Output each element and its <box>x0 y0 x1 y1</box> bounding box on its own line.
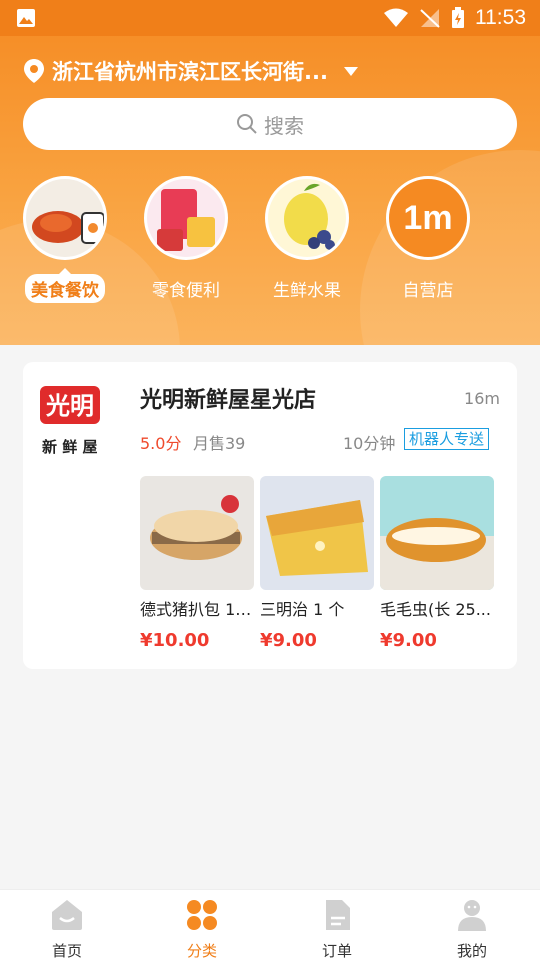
product-item[interactable]: 毛毛虫(长 25... ¥9.00 <box>380 476 494 651</box>
battery-charging-icon <box>452 7 464 28</box>
svg-text:光明: 光明 <box>45 392 94 420</box>
clock: 11:53 <box>475 6 526 29</box>
product-price: ¥9.00 <box>380 630 437 651</box>
self-store-logo-icon: 1m <box>386 176 470 260</box>
tab-label: 我的 <box>456 942 487 960</box>
product-image <box>380 476 494 590</box>
product-item[interactable]: 德式猪扒包 1 ... ¥10.00 <box>140 476 254 651</box>
bottom-tab-bar: 首页 分类 订单 我的 <box>0 889 540 961</box>
tab-orders[interactable]: 订单 <box>287 898 387 961</box>
category-label: 自营店 <box>402 281 454 301</box>
shop-logo: 光明 新 鲜 屋 <box>38 384 128 459</box>
order-document-icon <box>326 900 350 930</box>
shop-score: 5.0分 <box>140 434 182 453</box>
category-grid-icon <box>187 900 217 930</box>
product-item[interactable]: 三明治 1 个 ¥9.00 <box>260 476 374 651</box>
category-fruit[interactable]: 生鲜水果 <box>247 176 367 303</box>
header-banner: 11:53 浙江省杭州市滨江区长河街... 搜索 美食餐饮 零食便利 生鲜水果 … <box>0 0 540 345</box>
tab-label: 订单 <box>321 942 352 960</box>
chevron-down-icon <box>343 66 358 76</box>
product-price: ¥10.00 <box>140 630 210 651</box>
no-signal-icon <box>420 9 440 28</box>
search-placeholder: 搜索 <box>264 113 304 138</box>
delivery-time: 10分钟 <box>343 434 396 453</box>
tab-category[interactable]: 分类 <box>152 898 252 961</box>
user-icon <box>458 900 486 931</box>
product-name: 德式猪扒包 1 ... <box>140 600 254 619</box>
product-image <box>140 476 254 590</box>
robot-delivery-badge: 机器人专送 <box>404 428 490 450</box>
search-input[interactable]: 搜索 <box>23 98 517 150</box>
status-bar: 11:53 <box>0 0 540 36</box>
shop-card[interactable]: 光明 新 鲜 屋 光明新鲜屋星光店 16m 5.0分 月售39 10分钟 机器人… <box>23 362 517 669</box>
category-label: 生鲜水果 <box>273 281 341 301</box>
snacks-icon <box>144 176 228 260</box>
category-snacks[interactable]: 零食便利 <box>126 176 246 303</box>
location-pin-icon <box>24 59 44 83</box>
wifi-icon <box>384 8 408 27</box>
location-text: 浙江省杭州市滨江区长河街... <box>52 60 328 84</box>
shop-name: 光明新鲜屋星光店 <box>140 388 317 413</box>
food-icon <box>23 176 107 260</box>
product-name: 毛毛虫(长 25... <box>380 600 491 619</box>
search-icon <box>237 114 257 134</box>
shop-monthly-sales: 月售39 <box>193 434 246 453</box>
tab-label: 分类 <box>186 942 217 960</box>
shop-distance: 16m <box>464 389 500 408</box>
product-name: 三明治 1 个 <box>260 600 345 619</box>
tab-home[interactable]: 首页 <box>17 898 117 961</box>
fruit-icon <box>265 176 349 260</box>
tab-profile[interactable]: 我的 <box>422 898 522 961</box>
home-icon <box>52 900 82 930</box>
location-selector[interactable]: 浙江省杭州市滨江区长河街... <box>24 56 358 86</box>
tab-label: 首页 <box>51 942 82 960</box>
category-label: 零食便利 <box>152 281 220 301</box>
svg-text:新 鲜 屋: 新 鲜 屋 <box>42 438 97 456</box>
product-image <box>260 476 374 590</box>
category-self-operated[interactable]: 1m 自营店 <box>368 176 488 303</box>
product-price: ¥9.00 <box>260 630 317 651</box>
category-label: 美食餐饮 <box>25 268 105 303</box>
category-food[interactable]: 美食餐饮 <box>5 176 125 303</box>
image-notification-icon <box>17 9 35 27</box>
